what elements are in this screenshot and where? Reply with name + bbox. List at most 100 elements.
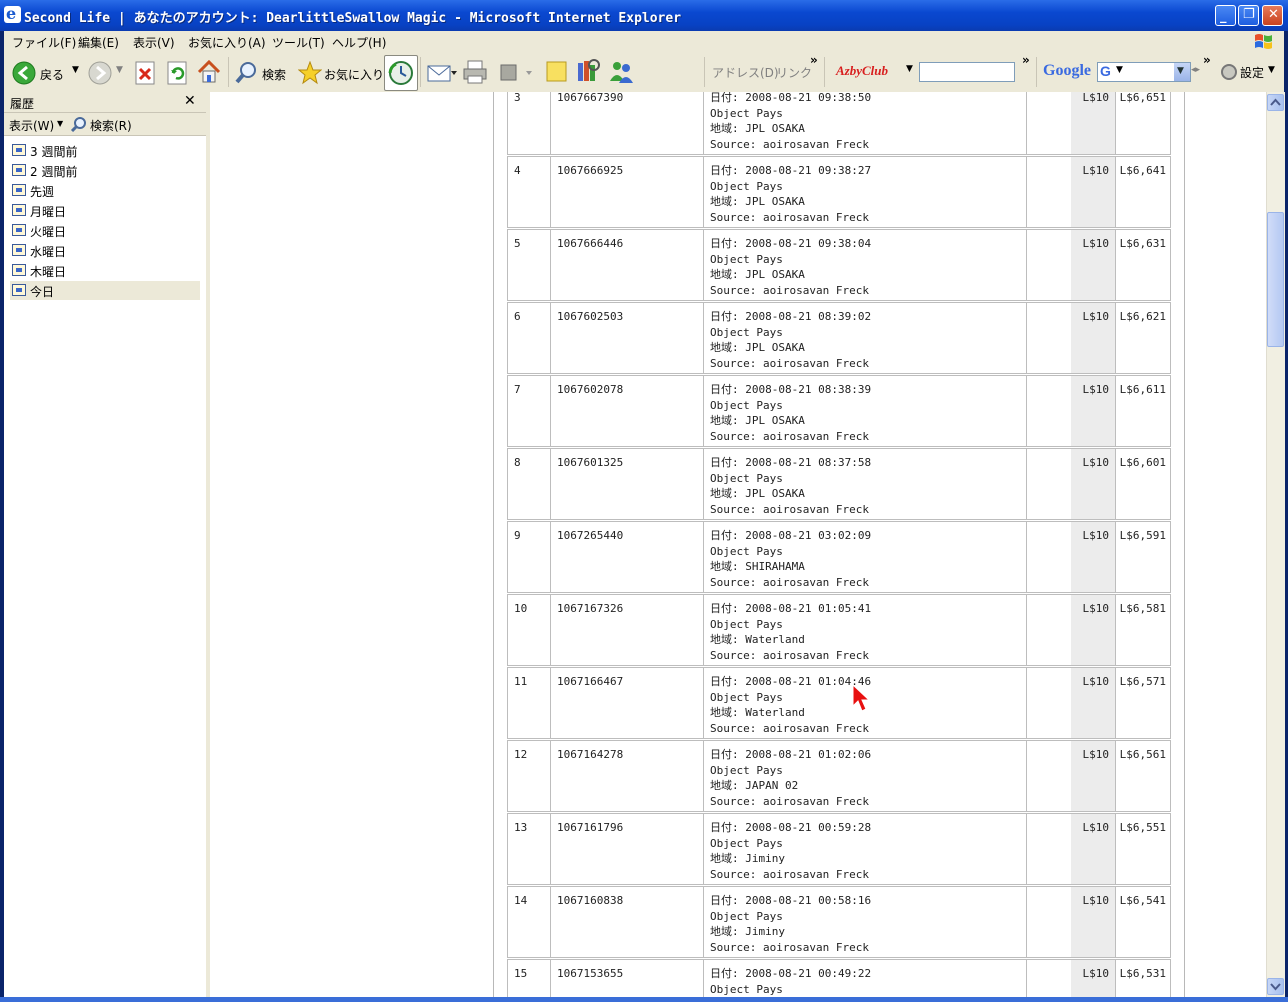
links-label[interactable]: リンク (776, 64, 812, 81)
restore-button[interactable]: ❐ (1238, 5, 1259, 26)
links-chevron-icon[interactable]: » (810, 53, 818, 67)
google-search-box[interactable]: G ▼ ▼ (1097, 62, 1191, 82)
azby-club-logo[interactable]: AzbyClub (836, 63, 888, 79)
transaction-date: 日付: 2008-08-21 09:38:04 (710, 237, 872, 250)
forward-button[interactable]: ▼ (86, 59, 126, 87)
row-number: 14 (508, 887, 551, 957)
menu-tools[interactable]: ツール(T) (272, 34, 325, 51)
scroll-down-button[interactable] (1267, 978, 1284, 995)
print-icon[interactable] (462, 59, 488, 85)
window-bottom-border (0, 997, 1288, 1002)
empty-cell (1027, 157, 1072, 227)
history-item[interactable]: 3 週間前 (10, 141, 200, 160)
discuss-note-icon[interactable] (544, 59, 570, 85)
transaction-amount: L$10 (1071, 376, 1116, 446)
menu-file[interactable]: ファイル(F) (12, 34, 76, 51)
history-item-label: 3 週間前 (30, 145, 78, 159)
row-number: 3 (508, 92, 551, 154)
edit-icon[interactable] (498, 61, 534, 85)
empty-cell (1027, 741, 1072, 811)
mail-icon[interactable] (426, 61, 458, 85)
running-balance: L$6,541 (1119, 894, 1166, 907)
home-icon[interactable] (196, 59, 222, 85)
transaction-source: Source: aoirosavan Freck (710, 721, 869, 735)
ie-app-icon[interactable]: e (4, 4, 21, 23)
back-button[interactable]: 戻る ▼ (10, 59, 82, 87)
history-clock-icon (388, 61, 413, 85)
transaction-date: 日付: 2008-08-21 09:38:27 (710, 164, 872, 177)
menu-help[interactable]: ヘルプ(H) (332, 34, 386, 51)
view-dropdown-icon[interactable]: ▼ (57, 119, 63, 128)
empty-cell (1027, 668, 1072, 738)
running-balance: L$6,601 (1119, 456, 1166, 469)
transaction-type: Object Pays (710, 909, 783, 923)
google-logo[interactable]: Google (1043, 62, 1091, 80)
scroll-up-icon (1270, 98, 1281, 106)
transaction-date: 日付: 2008-08-21 00:49:22 (710, 967, 872, 980)
transaction-id: 1067265440 (551, 522, 704, 592)
history-item[interactable]: 月曜日 (10, 201, 200, 220)
row-number: 8 (508, 449, 551, 519)
table-row: 12 1067164278 日付: 2008-08-21 01:02:06 Objec… (507, 740, 1171, 812)
back-dropdown-icon[interactable]: ▼ (72, 65, 79, 75)
vertical-scrollbar[interactable] (1266, 92, 1285, 997)
close-history-icon[interactable]: ✕ (184, 93, 196, 109)
history-toolbar: 表示(W) ▼ 検索(R) (4, 113, 206, 136)
menu-view[interactable]: 表示(V) (133, 34, 175, 51)
history-item[interactable]: 木曜日 (10, 261, 200, 280)
close-window-button[interactable]: ✕ (1262, 5, 1283, 26)
row-number: 15 (508, 960, 551, 997)
transaction-source: Source: aoirosavan Freck (710, 648, 869, 662)
table-row: 14 1067160838 日付: 2008-08-21 00:58:16 Objec… (507, 886, 1171, 958)
azby-dropdown-icon[interactable]: ▼ (906, 64, 913, 74)
running-balance: L$6,591 (1119, 529, 1166, 542)
google-g-icon[interactable]: G (1100, 63, 1111, 79)
history-button[interactable] (384, 55, 418, 91)
google-chevron-icon[interactable]: » (1203, 53, 1211, 67)
title-bar[interactable]: e Second Life | あなたのアカウント: DearlittleSwa… (0, 0, 1288, 31)
history-search-button[interactable]: 検索(R) (90, 117, 132, 134)
transaction-region: 地域: JPL OSAKA (710, 122, 805, 135)
forward-arrow-icon (88, 61, 112, 85)
search-icon (235, 62, 256, 84)
transaction-type: Object Pays (710, 106, 783, 120)
research-books-icon[interactable] (574, 57, 602, 85)
history-item[interactable]: 今日 (10, 281, 200, 300)
running-balance: L$6,651 (1119, 92, 1166, 104)
address-label[interactable]: アドレス(D) (712, 64, 779, 81)
menu-edit[interactable]: 編集(E) (78, 34, 119, 51)
scroll-thumb[interactable] (1267, 212, 1284, 347)
azby-chevron-icon[interactable]: » (1022, 53, 1030, 67)
favorites-button[interactable]: お気に入り (296, 59, 384, 87)
scroll-up-button[interactable] (1267, 94, 1284, 111)
google-search-dropdown[interactable]: ▼ (1174, 63, 1190, 81)
minimize-button[interactable]: _ (1215, 5, 1236, 26)
menu-favorites[interactable]: お気に入り(A) (188, 34, 266, 51)
transaction-amount: L$10 (1071, 668, 1116, 738)
history-item[interactable]: 先週 (10, 181, 200, 200)
history-search-icon[interactable] (70, 116, 88, 132)
azby-search-input[interactable] (919, 62, 1015, 82)
table-row: 3 1067667390 日付: 2008-08-21 09:38:50 Object… (507, 92, 1171, 155)
history-view-button[interactable]: 表示(W) (9, 117, 54, 134)
transaction-source: Source: aoirosavan Freck (710, 502, 869, 516)
history-item[interactable]: 火曜日 (10, 221, 200, 240)
windows-logo-icon (1255, 34, 1272, 49)
transaction-date: 日付: 2008-08-21 08:38:39 (710, 383, 872, 396)
google-g-dropdown-icon[interactable]: ▼ (1116, 65, 1123, 75)
transaction-date: 日付: 2008-08-21 08:37:58 (710, 456, 872, 469)
history-item-label: 月曜日 (30, 205, 67, 219)
search-button[interactable]: 検索 (232, 59, 290, 87)
transaction-id: 1067666925 (551, 157, 704, 227)
settings-button[interactable]: 設定 ▼ (1218, 61, 1278, 83)
forward-dropdown-icon[interactable]: ▼ (116, 65, 123, 75)
history-item[interactable]: 水曜日 (10, 241, 200, 260)
transaction-description: 日付: 2008-08-21 03:02:09 Object Pays 地域: SH… (704, 522, 1027, 592)
stop-icon[interactable] (134, 61, 156, 85)
refresh-icon[interactable] (166, 61, 188, 85)
scroll-down-icon (1270, 983, 1281, 991)
messenger-icon[interactable] (608, 59, 636, 85)
transaction-source: Source: aoirosavan Freck (710, 137, 869, 151)
resize-handle-icon[interactable]: ◂▸ (1191, 65, 1200, 75)
history-item[interactable]: 2 週間前 (10, 161, 200, 180)
